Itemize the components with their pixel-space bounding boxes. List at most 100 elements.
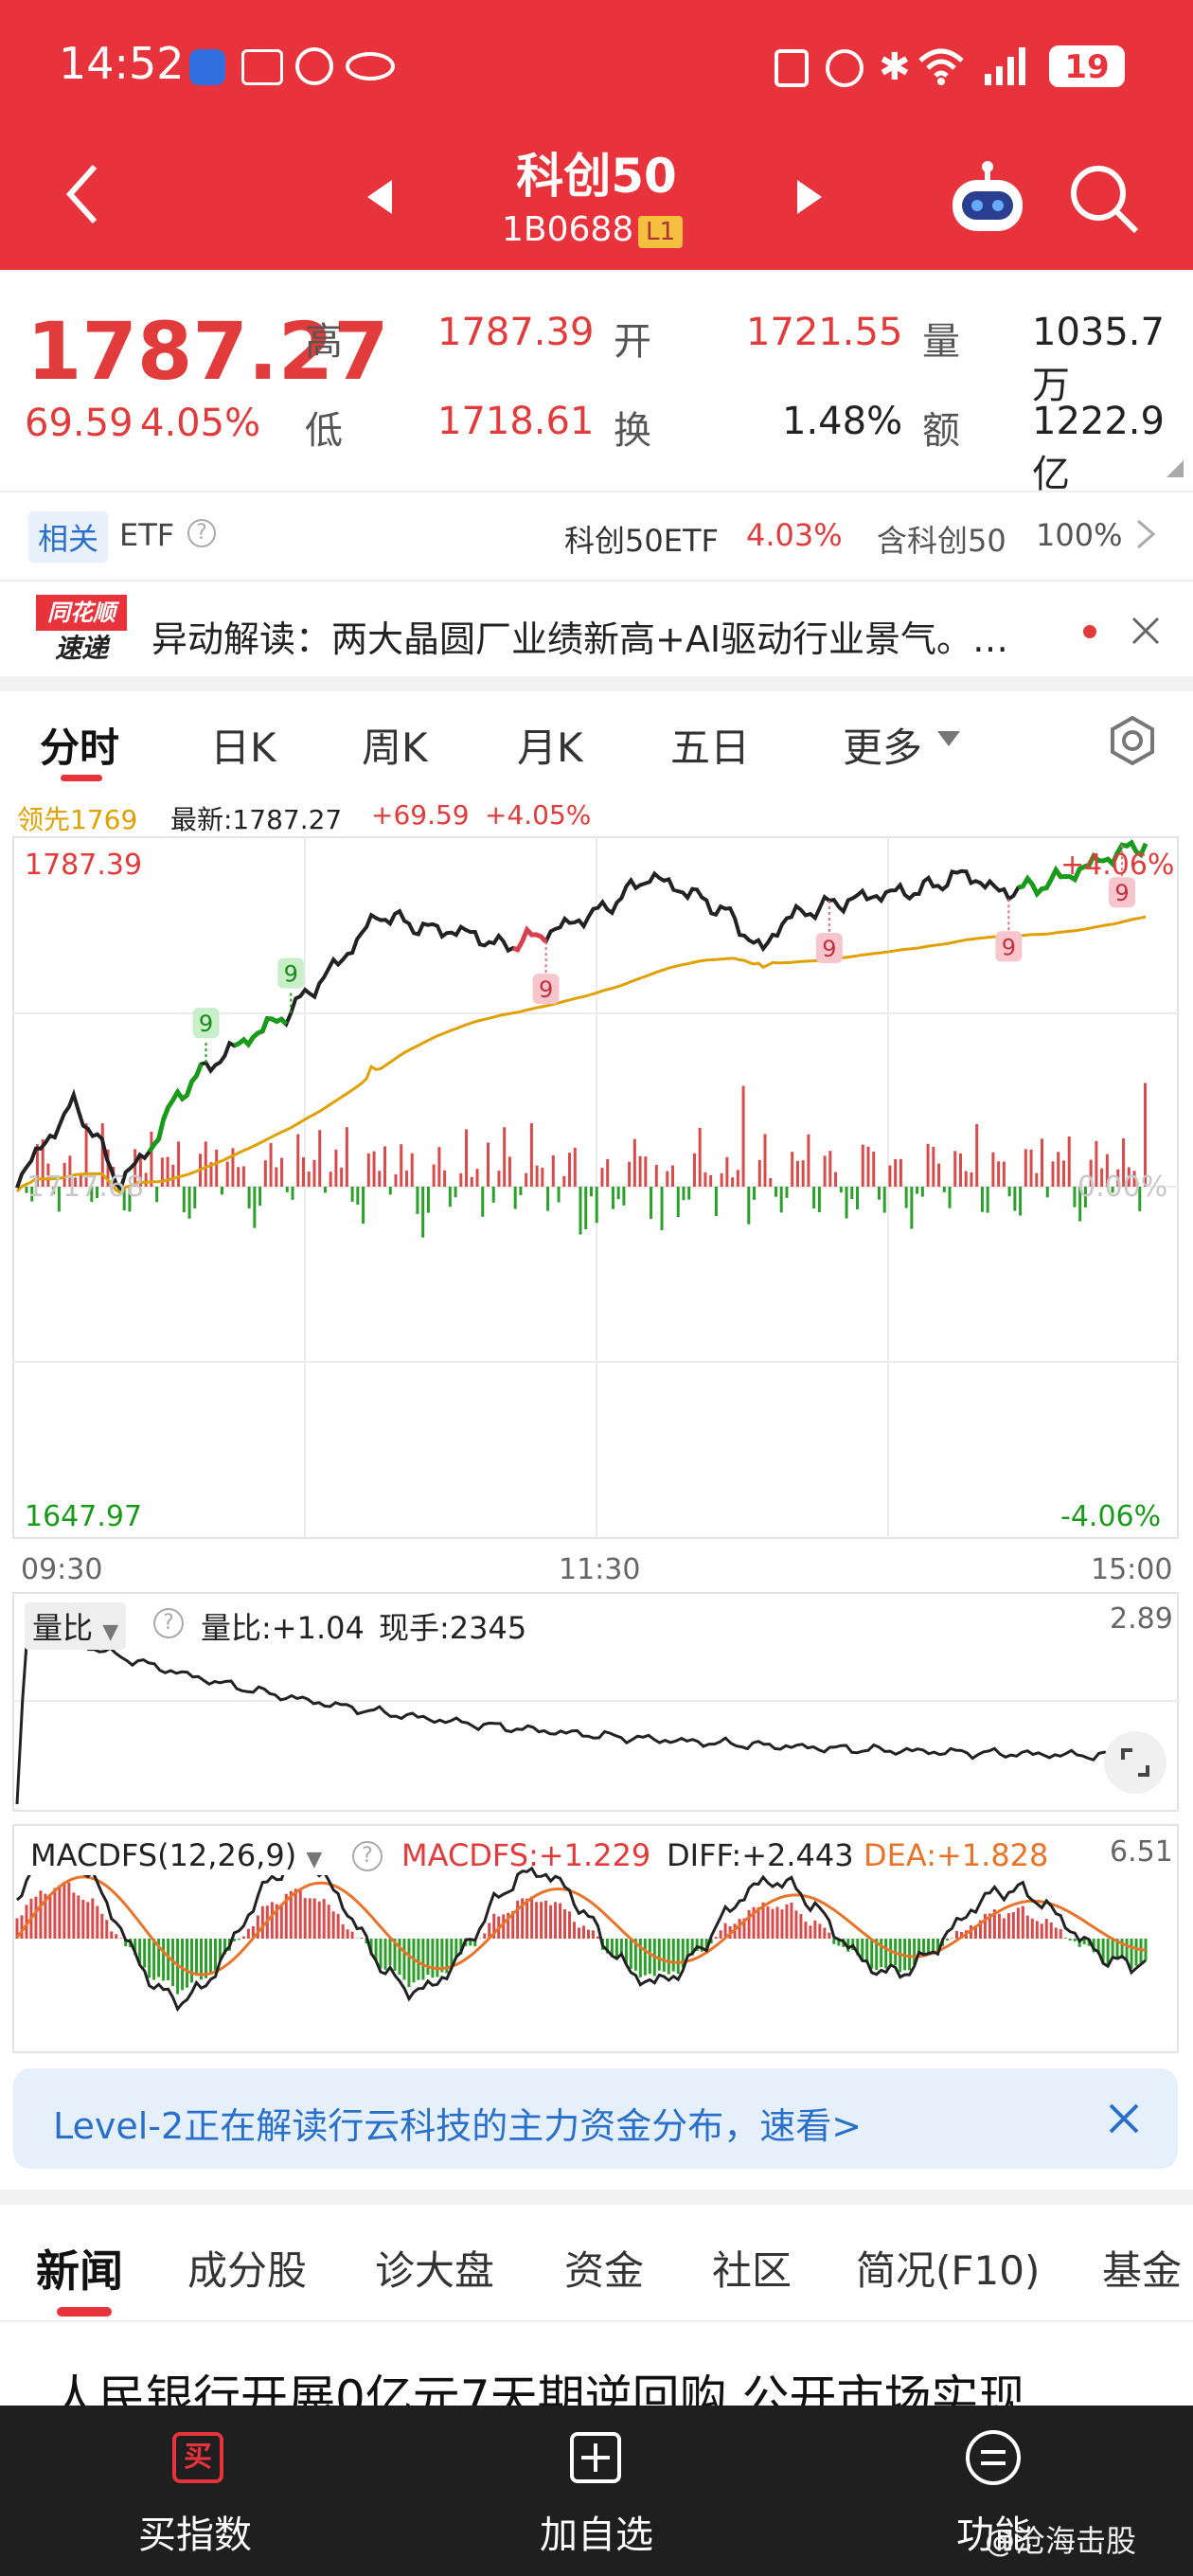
etf-label[interactable]: ETF [119, 517, 174, 553]
volume-ratio-line [15, 1619, 1116, 1805]
tab-fund[interactable]: 基金 [1102, 2239, 1193, 2297]
add-watchlist-button[interactable]: 加自选 [398, 2406, 795, 2576]
tab-daily-k[interactable]: 日K [210, 716, 276, 774]
chart-settings-icon[interactable] [1108, 716, 1157, 765]
robot-assistant-icon[interactable] [947, 159, 1028, 235]
y-axis-mid: 1717.68 [27, 1171, 145, 1204]
volume-ratio-value: 量比:+1.04 [201, 1610, 365, 1646]
nine-marker-label: 9 [539, 976, 553, 1003]
volume-ratio-selector[interactable]: 量比 ▼ [25, 1602, 127, 1650]
back-arrow-icon[interactable] [62, 161, 100, 227]
time-axis-noon: 11:30 [559, 1553, 641, 1586]
logo-top: 同花顺 [36, 595, 127, 631]
macd-selector[interactable]: MACDFS(12,26,9) ▼ [25, 1835, 329, 1875]
dropdown-arrow-icon[interactable] [937, 731, 960, 748]
level-badge: L1 [638, 216, 684, 248]
close-icon[interactable] [1108, 2102, 1140, 2135]
help-icon[interactable]: ? [153, 1608, 184, 1638]
dropdown-arrow-icon: ▼ [306, 1848, 323, 1871]
tab-f10[interactable]: 简况(F10) [856, 2239, 1040, 2297]
high-label: 高 [305, 320, 343, 364]
tab-monthly-k[interactable]: 月K [517, 716, 583, 774]
diff-value: DIFF:+2.443 [667, 1837, 854, 1873]
bluetooth-icon: ✱ [879, 45, 911, 89]
tab-news[interactable]: 新闻 [36, 2237, 123, 2299]
tab-community[interactable]: 社区 [712, 2239, 792, 2297]
trend-segment [511, 925, 548, 953]
y-axis-min: 1647.97 [25, 1500, 143, 1533]
low-value: 1718.61 [437, 400, 595, 443]
fullscreen-button[interactable] [1104, 1731, 1166, 1794]
divider [0, 580, 1193, 581]
tab-weekly-k[interactable]: 周K [362, 716, 428, 774]
contain-label[interactable]: 含科创50 [877, 517, 1006, 561]
dropdown-arrow-icon: ▼ [102, 1620, 119, 1644]
section-gap [0, 2190, 1193, 2205]
high-value: 1787.39 [437, 311, 595, 354]
battery-icon: 19 [1049, 45, 1125, 87]
amount-label: 额 [922, 409, 960, 453]
tab-more[interactable]: 更多 [843, 716, 922, 774]
macd-histogram [15, 1882, 1148, 1995]
tab-intraday[interactable]: 分时 [40, 716, 119, 774]
weibo-watermark: @沧海击股 [985, 2523, 1137, 2559]
price-change: 69.59 [25, 402, 134, 445]
news-flash-text[interactable]: 异动解读：两大晶圆厂业绩新高+AI驱动行业景气。… [151, 610, 1089, 662]
bottom-toolbar: 买 买指数 加自选 功能 @沧海击股 [0, 2406, 1193, 2576]
divider [0, 491, 1193, 492]
open-label: 开 [614, 320, 651, 364]
ths-flash-logo: 同花顺 速递 [36, 595, 127, 667]
turnover-label: 换 [614, 409, 651, 453]
turnover-value: 1.48% [782, 400, 903, 443]
help-icon[interactable]: ? [352, 1841, 383, 1871]
alarm-icon [826, 49, 864, 87]
macd-name: MACDFS(12,26,9) [30, 1837, 297, 1873]
contain-pct: 100% [1036, 517, 1123, 553]
amount-value: 1222.9亿 [1032, 400, 1165, 496]
wifi-icon [918, 48, 964, 85]
section-gap [0, 676, 1193, 691]
intraday-chart[interactable]: 9 9 9 9 9 9 [0, 786, 1193, 1601]
tab-five-day[interactable]: 五日 [670, 716, 750, 774]
chevron-right-icon[interactable] [1136, 519, 1155, 549]
add-icon [570, 2432, 621, 2483]
volume-ratio-name: 量比 [32, 1610, 94, 1646]
eye-icon [346, 52, 395, 80]
trend-segment [147, 1063, 204, 1154]
level2-banner[interactable]: Level-2正在解读行云科技的主力资金分布，速看> [13, 2068, 1178, 2169]
expand-corner-icon[interactable] [1166, 460, 1184, 477]
y-axis-mid-pct: 0.00% [1077, 1171, 1168, 1204]
circle-notification-icon [295, 47, 333, 85]
tab-funds-flow[interactable]: 资金 [564, 2239, 644, 2297]
nine-marker-label: 9 [1114, 880, 1129, 906]
app-notification-icon [189, 49, 225, 85]
open-value: 1721.55 [746, 311, 903, 354]
volume-bars [25, 1082, 1148, 1238]
time-axis-open: 09:30 [21, 1553, 103, 1586]
nine-marker-label: 9 [284, 961, 298, 988]
close-icon[interactable] [1131, 616, 1161, 646]
etf-name[interactable]: 科创50ETF [564, 517, 719, 561]
help-icon[interactable]: ? [187, 519, 216, 547]
tab-constituents[interactable]: 成分股 [187, 2239, 307, 2297]
volume-ratio-max: 2.89 [1110, 1602, 1173, 1636]
app-header: 14:52 ✱ 19 科创50 1B0688 L1 [0, 0, 1193, 270]
tab-indicator [57, 2307, 112, 2317]
buy-icon: 买 [172, 2432, 223, 2483]
chart-notification-icon [241, 49, 283, 85]
current-hand: 现手:2345 [379, 1610, 527, 1646]
tab-indicator [61, 775, 102, 781]
buy-index-button[interactable]: 买 买指数 [0, 2406, 398, 2576]
nfc-icon [775, 49, 809, 87]
etf-pct: 4.03% [746, 517, 843, 553]
banner-text: Level-2正在解读行云科技的主力资金分布，速看> [53, 2105, 863, 2147]
nine-marker-label: 9 [199, 1011, 213, 1037]
macdfs-value: MACDFS:+1.229 [401, 1837, 651, 1873]
nine-marker-label: 9 [1002, 934, 1016, 960]
next-stock-icon[interactable] [795, 178, 824, 216]
low-label: 低 [305, 409, 343, 453]
prev-stock-icon[interactable] [365, 178, 394, 216]
tab-diagnose[interactable]: 诊大盘 [375, 2239, 494, 2297]
search-icon[interactable] [1068, 163, 1140, 235]
fullscreen-icon [1121, 1748, 1149, 1777]
